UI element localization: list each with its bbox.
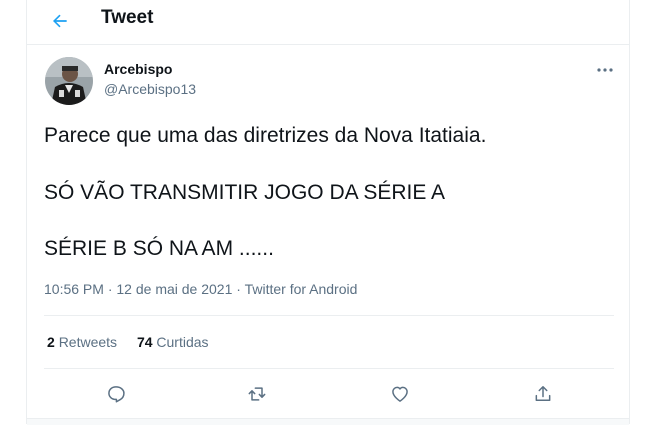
tweet-text-line: SÉRIE B SÓ NA AM ...... xyxy=(44,237,274,260)
tweet-text-line: Parece que uma das diretrizes da Nova It… xyxy=(44,124,487,147)
likes-label: Curtidas xyxy=(156,334,209,350)
divider xyxy=(44,315,614,316)
author-name[interactable]: Arcebispo xyxy=(104,61,172,77)
retweets-count: 2 xyxy=(47,334,55,350)
reply-icon xyxy=(108,386,125,403)
meta-separator: · xyxy=(236,281,241,297)
share-button[interactable] xyxy=(529,380,557,408)
heart-icon xyxy=(392,386,408,402)
retweets-stat[interactable]: 2 Retweets xyxy=(47,334,117,350)
arrow-left-icon xyxy=(53,14,67,28)
back-button[interactable] xyxy=(45,6,75,36)
retweet-icon xyxy=(248,387,266,401)
tweet-text-line: SÓ VÃO TRANSMITIR JOGO DA SÉRIE A xyxy=(44,181,446,204)
tweet-meta: 10:56 PM · 12 de mai de 2021 · Twitter f… xyxy=(44,281,357,297)
page-header: Tweet xyxy=(27,0,629,45)
likes-count: 74 xyxy=(136,334,153,350)
retweets-label: Retweets xyxy=(58,334,118,350)
author-handle[interactable]: @Arcebispo13 xyxy=(104,81,196,97)
divider xyxy=(44,368,614,369)
likes-stat[interactable]: 74 Curtidas xyxy=(137,334,209,350)
tweet-source[interactable]: Twitter for Android xyxy=(245,281,358,297)
tweet-stats: 2 Retweets 74 Curtidas xyxy=(47,334,225,350)
tweet-time[interactable]: 10:56 PM xyxy=(44,281,104,297)
more-horizontal-icon xyxy=(597,68,613,72)
retweet-button[interactable] xyxy=(243,380,271,408)
reply-button[interactable] xyxy=(102,380,130,408)
share-icon xyxy=(535,386,551,401)
meta-separator: · xyxy=(107,281,113,297)
more-button[interactable] xyxy=(593,60,617,80)
like-button[interactable] xyxy=(386,380,414,408)
tweet-date[interactable]: 12 de mai de 2021 xyxy=(116,281,232,297)
avatar[interactable] xyxy=(45,57,93,105)
page-title: Tweet xyxy=(101,7,154,28)
tweet-page: Tweet Arcebispo @Arcebispo13 Parece que … xyxy=(26,0,630,425)
avatar-image xyxy=(45,57,93,105)
